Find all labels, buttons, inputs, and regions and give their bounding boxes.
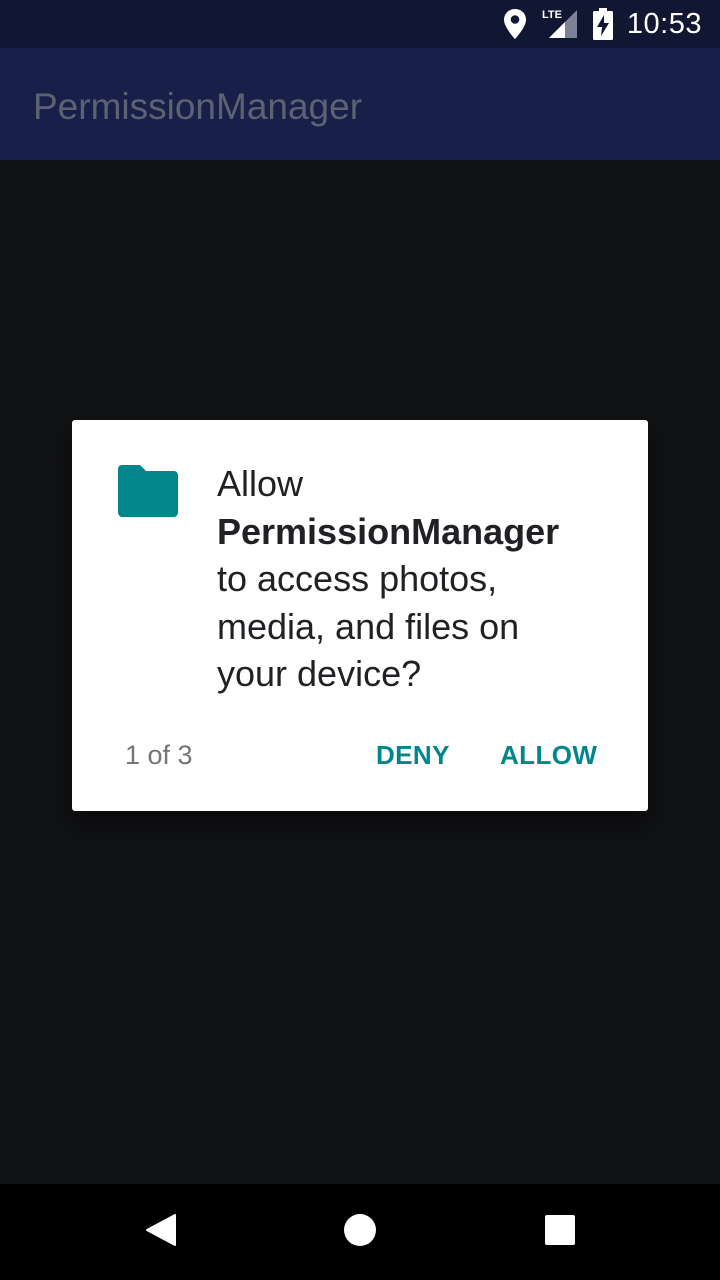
status-time: 10:53 [626,7,702,40]
lte-signal-icon: LTE [541,8,579,40]
home-button[interactable] [336,1208,384,1256]
allow-button[interactable]: ALLOW [500,740,597,771]
home-icon [343,1213,377,1251]
lte-label: LTE [542,9,562,21]
dialog-message: Allow PermissionManager to access photos… [217,460,617,698]
app-bar: PermissionManager [0,48,720,160]
battery-charging-icon [592,8,613,40]
message-line-2: media, and files on [217,605,520,647]
recents-icon [544,1214,576,1250]
permission-dialog: Allow PermissionManager to access photos… [72,420,648,811]
folder-icon [118,465,178,517]
deny-button[interactable]: DENY [376,740,450,771]
message-line-1: to access photos, [217,558,498,599]
screen: LTE 10:53 PermissionManager Allow Permis… [0,0,720,1280]
status-icons: LTE 10:53 [503,0,702,48]
status-bar: LTE 10:53 [0,0,720,48]
navigation-bar [0,1184,720,1280]
location-icon [503,8,527,40]
app-title: PermissionManager [33,86,363,127]
message-line-3: your device? [217,653,422,694]
message-prefix: Allow [217,463,304,504]
back-button[interactable] [136,1208,184,1256]
back-icon [143,1213,177,1251]
recents-button[interactable] [536,1208,584,1256]
message-app-name: PermissionManager [217,510,560,552]
permission-counter: 1 of 3 [125,740,193,770]
